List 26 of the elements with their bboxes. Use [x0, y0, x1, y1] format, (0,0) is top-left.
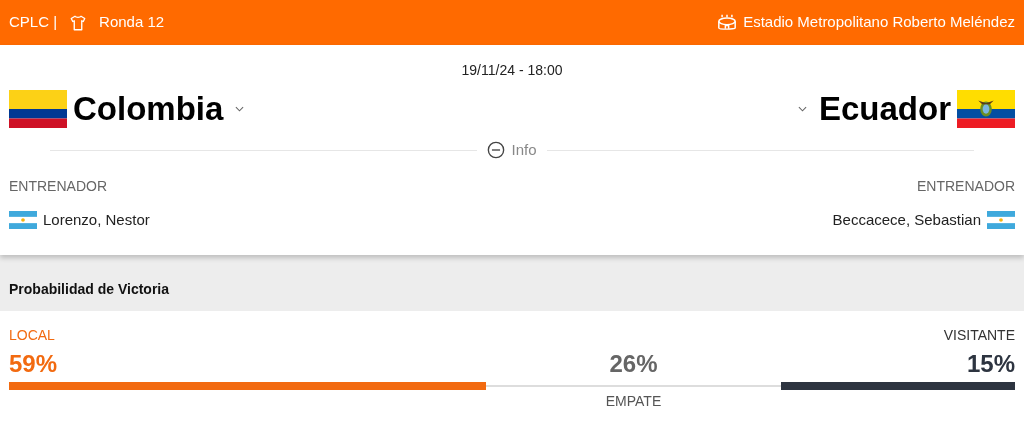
- coach-name: Beccacece, Sebastian: [832, 209, 981, 230]
- team-name: Ecuador: [818, 89, 951, 129]
- coach-heading: ENTRENADOR: [917, 176, 1015, 196]
- chevron-down-icon: [235, 106, 245, 112]
- flag-icon: [9, 210, 37, 229]
- flag-icon: [957, 90, 1015, 128]
- chevron-down-icon: [797, 106, 807, 112]
- draw-percentage: 26%: [609, 349, 658, 379]
- flag-icon: [9, 90, 67, 128]
- local-percentage: 59%: [9, 349, 58, 379]
- flag-icon: [987, 210, 1015, 229]
- away-percentage: 15%: [966, 349, 1015, 379]
- match-datetime: 19/11/24 - 18:00: [461, 61, 563, 80]
- round-label: Ronda 12: [99, 12, 165, 33]
- team-name: Colombia: [73, 89, 224, 129]
- section-title: Probabilidad de Victoria: [9, 279, 169, 299]
- local-label: LOCAL: [9, 326, 56, 345]
- info-toggle[interactable]: Info: [477, 139, 547, 162]
- stadium-name: Estadio Metropolitano Roberto Meléndez: [743, 12, 1015, 33]
- stadium-icon: [717, 13, 738, 32]
- draw-label: EMPATE: [605, 392, 662, 411]
- away-label: VISITANTE: [943, 326, 1015, 345]
- coach-name: Lorenzo, Nestor: [43, 209, 150, 230]
- shirt-icon: [69, 13, 88, 32]
- coach-heading: ENTRENADOR: [9, 176, 107, 196]
- competition-label: CPLC |: [9, 12, 58, 33]
